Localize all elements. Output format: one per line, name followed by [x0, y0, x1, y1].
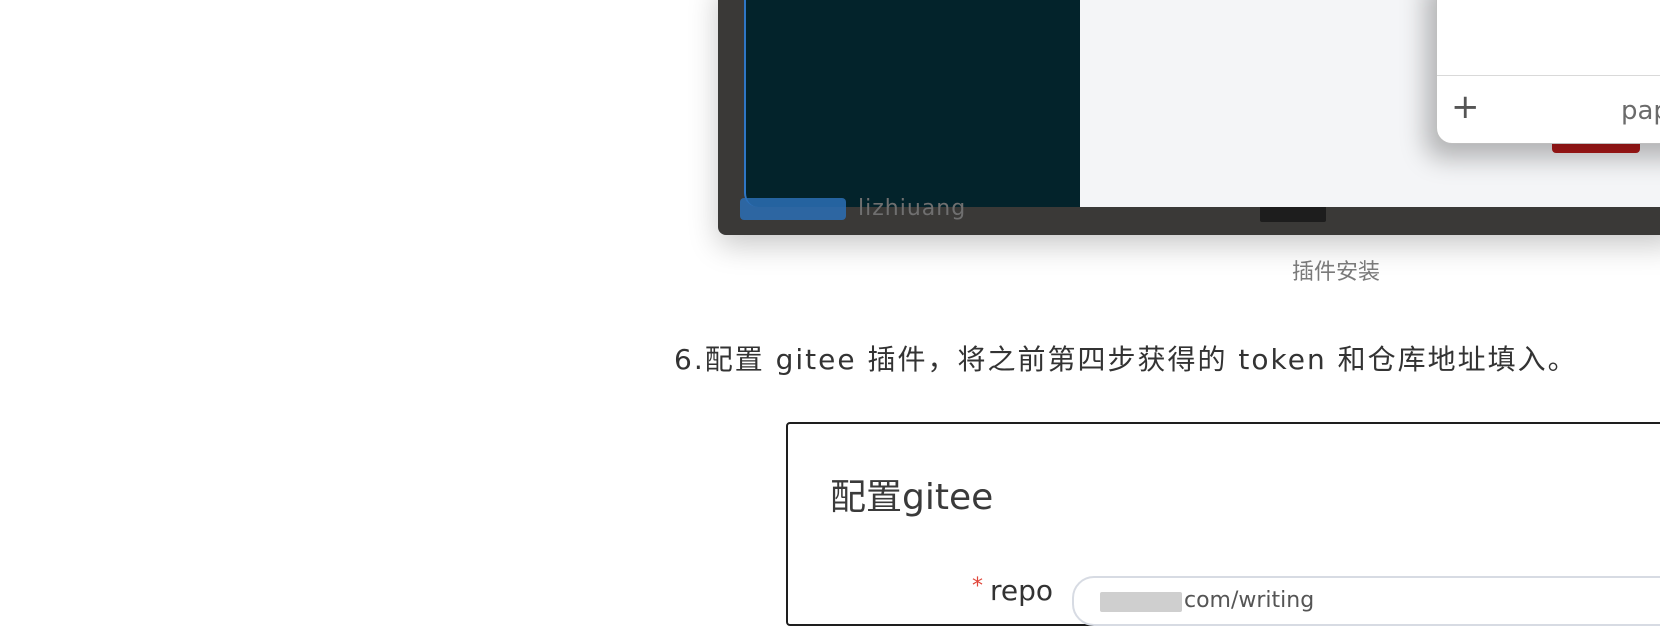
repo-value: com/writing	[1184, 588, 1315, 613]
repo-label: repo	[990, 574, 1054, 607]
step-instruction: 6.配置 gitee 插件，将之前第四步获得的 token 和仓库地址填入。	[674, 343, 1578, 376]
sidebar-panel	[744, 0, 1082, 207]
figure-caption: 插件安装	[1292, 260, 1381, 285]
dialog-title: 配置gitee	[830, 477, 994, 518]
required-mark: *	[972, 574, 983, 599]
plugin-author-name: lizhiuang	[858, 196, 967, 221]
plugin-thumbnail	[740, 198, 846, 220]
plugin-popup: + pap	[1436, 0, 1660, 144]
popup-footer: + pap	[1437, 75, 1660, 142]
plus-icon[interactable]: +	[1451, 90, 1480, 124]
popup-footer-label: pap	[1621, 96, 1660, 126]
gitee-config-screenshot: 配置gitee * repo com/writing	[786, 422, 1660, 626]
plugin-install-screenshot: lizhiuang + pap	[718, 0, 1660, 235]
redacted-block	[1100, 592, 1182, 612]
repo-input[interactable]: com/writing	[1072, 576, 1660, 626]
